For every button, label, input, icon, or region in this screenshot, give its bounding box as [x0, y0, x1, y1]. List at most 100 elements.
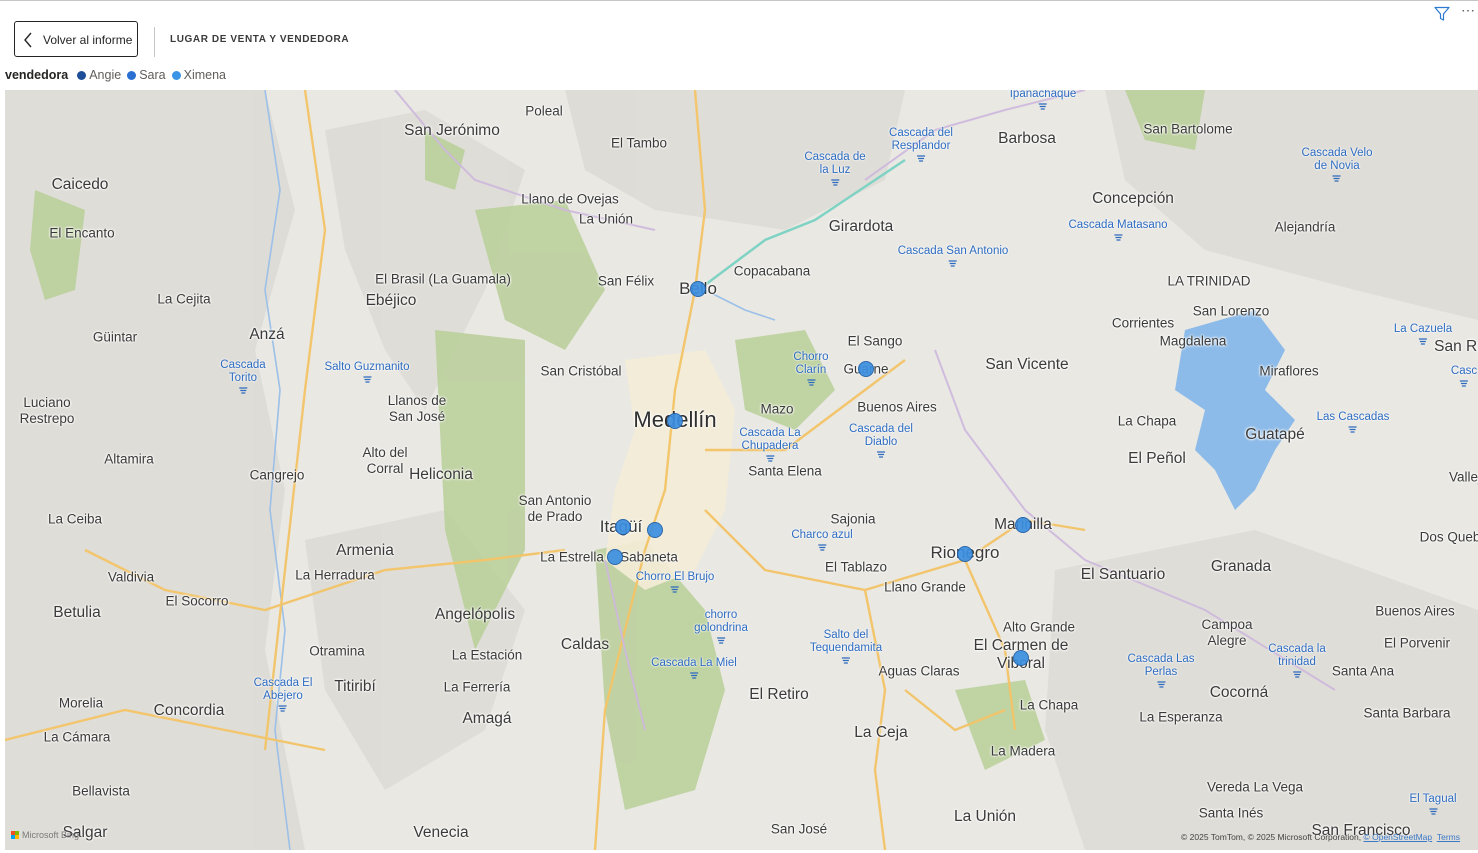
place-label: El Tambo: [610, 135, 668, 151]
poi-label: Chorro El Brujo: [635, 571, 715, 583]
waterfall-icon: [948, 260, 957, 267]
sales-location-marker[interactable]: [957, 546, 973, 562]
poi-label: Cascada La Chupadera: [739, 427, 801, 452]
waterfall-poi: Cascada La Chupadera: [739, 427, 801, 463]
place-label: Llanos de San José: [387, 393, 447, 424]
waterfall-icon: [1038, 103, 1047, 110]
place-label: Miraflores: [1259, 363, 1319, 379]
legend-item-angie[interactable]: Angie: [77, 68, 121, 82]
back-to-report-button[interactable]: Volver al informe: [14, 21, 138, 57]
place-label: La Chapa: [1019, 697, 1079, 713]
waterfall-icon: [877, 451, 885, 458]
place-label: Valdivia: [107, 569, 155, 585]
sales-location-marker[interactable]: [607, 549, 623, 565]
place-label: Caicedo: [51, 176, 109, 193]
place-label: La Unión: [953, 808, 1017, 825]
place-label: Heliconia: [409, 466, 473, 483]
place-label: El Retiro: [749, 686, 809, 703]
place-label: Concordia: [153, 702, 225, 719]
place-label: Titiribí: [334, 678, 376, 695]
place-label: Anzá: [249, 326, 285, 343]
waterfall-icon: [807, 379, 815, 386]
waterfall-icon: [831, 179, 839, 186]
poi-label: La Cazuela: [1393, 323, 1453, 335]
sales-location-marker[interactable]: [858, 361, 874, 377]
place-label: San Cristóbal: [540, 363, 622, 379]
waterfall-poi: Chorro Clarín: [793, 351, 829, 387]
place-label: Cangrejo: [249, 467, 305, 483]
waterfall-icon: [362, 376, 371, 383]
place-label: Buenos Aires: [1375, 603, 1455, 619]
poi-label: Cascada del Resplandor: [889, 127, 953, 152]
page-title: LUGAR DE VENTA Y VENDEDORA: [170, 34, 350, 45]
place-label: Campoa Alegre: [1201, 617, 1253, 648]
place-label: El Sango: [847, 333, 903, 349]
waterfall-poi: Cascada la trinidad: [1268, 643, 1326, 679]
place-label: LA TRINIDAD: [1167, 273, 1251, 289]
sales-location-marker[interactable]: [690, 281, 706, 297]
poi-label: Las Cascadas: [1316, 411, 1390, 423]
place-label: Vereda La Vega: [1206, 779, 1304, 795]
poi-label: Cascada Velo de Novia: [1301, 147, 1373, 172]
waterfall-poi: Cascada del Diablo: [849, 423, 913, 459]
sales-location-marker[interactable]: [615, 519, 631, 535]
place-label: Angelópolis: [434, 606, 516, 623]
place-label: La Herradura: [295, 567, 375, 583]
place-label: La Cámara: [43, 729, 111, 745]
terms-link[interactable]: Terms: [1437, 832, 1460, 842]
place-label: La Madera: [990, 743, 1056, 759]
top-border: [0, 0, 1478, 1]
place-label: Mazo: [760, 401, 794, 417]
waterfall-poi: Cascada Velo de Novia: [1301, 147, 1373, 183]
place-label: Vallej: [1448, 469, 1478, 485]
filter-icon[interactable]: [1434, 6, 1450, 22]
place-label: Bellavista: [72, 783, 130, 799]
place-label: Sabaneta: [620, 549, 678, 565]
legend-item-ximena[interactable]: Ximena: [171, 68, 226, 82]
place-label: Granada: [1210, 558, 1272, 575]
place-label: El Porvenir: [1383, 635, 1451, 651]
sales-location-marker[interactable]: [647, 522, 663, 538]
waterfall-poi: Cascada del Resplandor: [889, 127, 953, 163]
poi-label: Salto del Tequendamita: [809, 629, 883, 654]
poi-label: Casc: [1450, 365, 1478, 377]
place-label: San Lorenzo: [1192, 303, 1270, 319]
place-label: Cocorná: [1209, 684, 1269, 701]
ms-logo-text: Microsoft Bing: [22, 830, 80, 840]
waterfall-poi: Ipanachaque: [1010, 90, 1076, 111]
sales-location-marker[interactable]: [1015, 517, 1031, 533]
place-label: Poleal: [525, 103, 563, 119]
waterfall-icon: [1333, 175, 1341, 182]
poi-label: Cascada de la Luz: [804, 151, 866, 176]
sales-location-marker[interactable]: [1013, 650, 1029, 666]
openstreetmap-link[interactable]: © OpenStreetMap: [1363, 832, 1432, 842]
map-visual[interactable]: Poleal San Jerónimo El Tambo Caicedo Lla…: [5, 90, 1478, 850]
back-button-label: Volver al informe: [43, 33, 133, 47]
legend-item-sara[interactable]: Sara: [127, 68, 166, 82]
place-label: El Peñol: [1128, 450, 1186, 467]
waterfall-icon: [690, 672, 698, 679]
waterfall-poi: Casc: [1451, 365, 1477, 388]
poi-label: Chorro Clarín: [793, 351, 829, 376]
waterfall-icon: [1419, 338, 1427, 345]
waterfall-poi: Cascada Torito: [220, 359, 266, 395]
waterfall-icon: [238, 387, 247, 394]
place-label: Alejandría: [1274, 219, 1336, 235]
place-label: Santa Ana: [1331, 663, 1395, 679]
map-background: [5, 90, 1478, 850]
place-label: Alto Grande: [1002, 619, 1076, 635]
waterfall-poi: El Tagual: [1409, 793, 1457, 816]
waterfall-icon: [717, 637, 725, 644]
legend-label: Sara: [139, 68, 166, 82]
place-label: La Ceiba: [47, 511, 103, 527]
waterfall-poi: Cascada San Antonio: [898, 245, 1008, 268]
header-divider: [154, 27, 155, 57]
place-label: Caldas: [560, 636, 610, 653]
waterfall-icon: [1349, 426, 1357, 433]
poi-label: Cascada Las Perlas: [1127, 653, 1195, 678]
poi-label: Cascada La Miel: [651, 657, 737, 669]
place-label: Sajonia: [830, 511, 876, 527]
more-options-icon[interactable]: ⋯: [1461, 3, 1477, 19]
sales-location-marker[interactable]: [667, 413, 683, 429]
place-label: Llano Grande: [884, 579, 966, 595]
